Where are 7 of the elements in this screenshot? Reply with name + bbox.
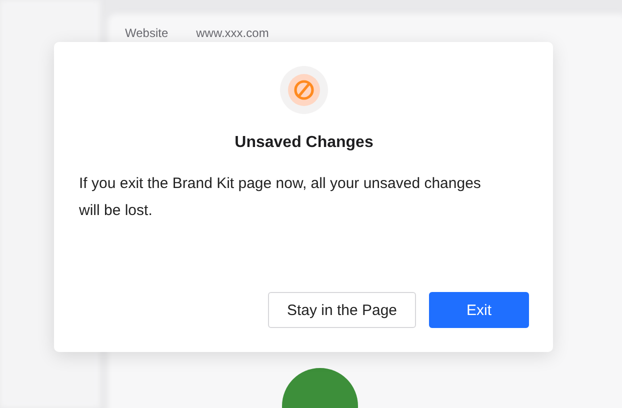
exit-button[interactable]: Exit <box>429 292 529 328</box>
dialog-message: If you exit the Brand Kit page now, all your unsaved changes will be lost. <box>79 174 482 221</box>
dialog-title: Unsaved Changes <box>234 134 374 152</box>
prohibited-icon <box>280 66 328 114</box>
field-label: Website <box>125 26 168 40</box>
stay-button[interactable]: Stay in the Page <box>268 292 416 328</box>
field-value: www.xxx.com <box>196 26 269 40</box>
